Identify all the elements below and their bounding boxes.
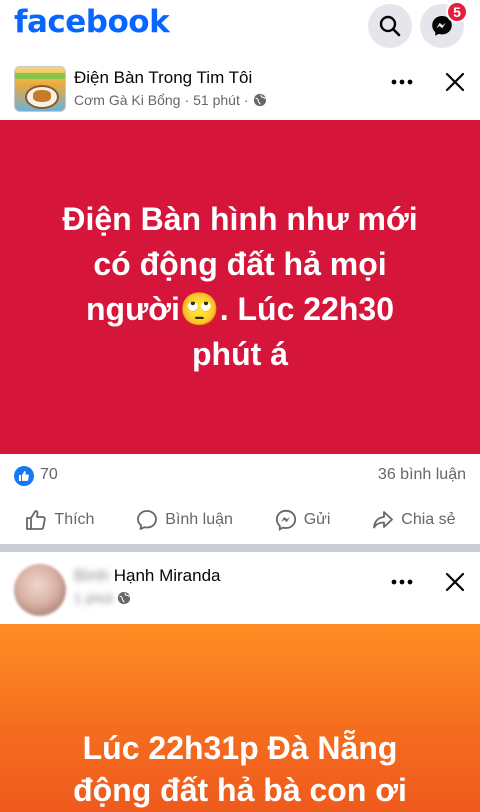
like-button[interactable]: Thích (20, 500, 98, 540)
search-icon (379, 15, 401, 37)
share-icon (373, 511, 394, 529)
more-options-button[interactable] (388, 68, 416, 96)
messenger-icon (275, 509, 296, 531)
reactions-row: 70 36 bình luận (0, 456, 480, 496)
post-text-line: Lúc 22h31p Đà Nẵng (82, 730, 398, 766)
comment-label: Bình luận (165, 511, 233, 528)
like-label: Thích (54, 511, 95, 528)
post-content[interactable]: Điện Bàn hình như mới có động đất hả mọi… (0, 120, 480, 454)
share-label: Chia sẻ (401, 511, 456, 528)
post-meta: Cơm Gà Ki Bổng · 51 phút · (74, 92, 267, 108)
post-header: Điện Bàn Trong Tim Tôi Cơm Gà Ki Bổng · … (0, 52, 480, 118)
blurred-name: Bình (74, 566, 109, 585)
notification-badge: 5 (446, 1, 468, 23)
like-reaction-icon[interactable] (14, 466, 34, 486)
post-header: Bình Hạnh Miranda 1 phút (0, 552, 480, 624)
user-name-visible: Hạnh Miranda (113, 566, 221, 585)
feed-divider (0, 544, 480, 552)
post-text-line: người🙄. Lúc 22h30 (85, 291, 395, 327)
send-label: Gửi (303, 511, 331, 528)
comment-icon (137, 510, 158, 530)
reaction-count[interactable]: 70 (40, 466, 58, 484)
post-text: Điện Bàn hình như mới có động đất hả mọi… (62, 197, 417, 377)
post-text-line: Điện Bàn hình như mới (62, 201, 418, 237)
meta-separator: · (184, 92, 190, 108)
top-bar: facebook 5 (0, 0, 480, 52)
user-avatar[interactable] (14, 564, 66, 616)
more-icon (391, 579, 413, 585)
page-avatar[interactable] (14, 66, 66, 112)
hide-post-button[interactable] (440, 567, 470, 597)
page-name[interactable]: Điện Bàn Trong Tim Tôi (74, 68, 252, 88)
post-content[interactable]: Lúc 22h31p Đà Nẵng động đất hả bà con ơi (0, 624, 480, 812)
post-text-line: phút á (192, 336, 288, 372)
post-meta: 1 phút (74, 590, 131, 606)
facebook-logo[interactable]: facebook (14, 4, 170, 40)
share-button[interactable]: Chia sẻ (367, 500, 459, 540)
comment-count[interactable]: 36 bình luận (378, 466, 466, 484)
more-options-button[interactable] (388, 568, 416, 596)
hide-post-button[interactable] (440, 67, 470, 97)
globe-icon (253, 93, 266, 107)
post-text-line: động đất hả bà con ơi (73, 772, 407, 808)
post-text: Lúc 22h31p Đà Nẵng động đất hả bà con ơi (0, 727, 480, 811)
send-button[interactable]: Gửi (270, 500, 335, 540)
post-time[interactable]: 1 phút (74, 590, 113, 606)
user-name[interactable]: Bình Hạnh Miranda (74, 566, 221, 586)
close-icon (445, 572, 465, 592)
author-name[interactable]: Cơm Gà Ki Bổng (74, 92, 180, 108)
globe-icon (117, 591, 131, 605)
meta-separator: · (243, 92, 249, 108)
comment-button[interactable]: Bình luận (131, 500, 237, 540)
thumbs-up-icon (26, 510, 47, 530)
post-actions: Thích Bình luận Gửi Chia sẻ (0, 498, 480, 542)
close-icon (445, 72, 465, 92)
post-text-line: có động đất hả mọi (93, 246, 387, 282)
post-time[interactable]: 51 phút (193, 92, 240, 108)
messenger-button[interactable]: 5 (420, 1, 468, 48)
search-button[interactable] (368, 4, 412, 48)
more-icon (391, 79, 413, 85)
